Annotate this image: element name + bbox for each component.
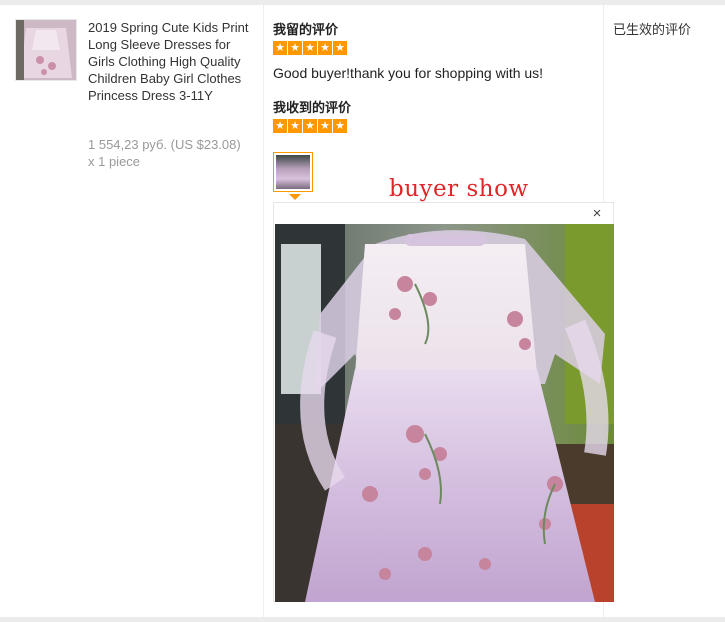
- buyer-show-caption: buyer show: [389, 176, 529, 202]
- star-icon: ★: [288, 119, 302, 133]
- review-photo-thumb-image: [276, 155, 310, 189]
- review-status-label: 已生效的评价: [613, 22, 692, 37]
- my-review-rating: ★ ★ ★ ★ ★: [273, 41, 347, 57]
- star-icon: ★: [273, 41, 287, 55]
- dress-photo-image: [275, 224, 614, 602]
- close-icon[interactable]: ×: [590, 206, 604, 221]
- product-quantity: x 1 piece: [88, 154, 141, 169]
- star-icon: ★: [333, 119, 347, 133]
- product-price: 1 554,23 руб. (US $23.08): [88, 137, 241, 152]
- my-review-heading: 我留的评价: [273, 22, 339, 37]
- star-icon: ★: [273, 119, 287, 133]
- star-icon: ★: [288, 41, 302, 55]
- star-icon: ★: [303, 41, 317, 55]
- column-divider-left: [263, 5, 264, 617]
- received-review-rating: ★ ★ ★ ★ ★: [273, 119, 347, 135]
- received-review-heading: 我收到的评价: [273, 100, 352, 115]
- review-photo-thumbnail[interactable]: [273, 152, 313, 192]
- selected-caret-icon: [289, 194, 301, 200]
- product-thumbnail[interactable]: [15, 19, 77, 81]
- top-divider: [0, 0, 725, 5]
- product-title[interactable]: 2019 Spring Cute Kids Print Long Sleeve …: [88, 19, 254, 104]
- bottom-divider: [0, 617, 725, 622]
- photo-viewer: ×: [273, 202, 614, 602]
- star-icon: ★: [303, 119, 317, 133]
- star-icon: ★: [318, 119, 332, 133]
- review-photo-large[interactable]: [275, 224, 614, 602]
- star-icon: ★: [333, 41, 347, 55]
- star-icon: ★: [318, 41, 332, 55]
- my-review-text: Good buyer!thank you for shopping with u…: [273, 65, 544, 81]
- dress-thumbnail-image: [16, 20, 76, 80]
